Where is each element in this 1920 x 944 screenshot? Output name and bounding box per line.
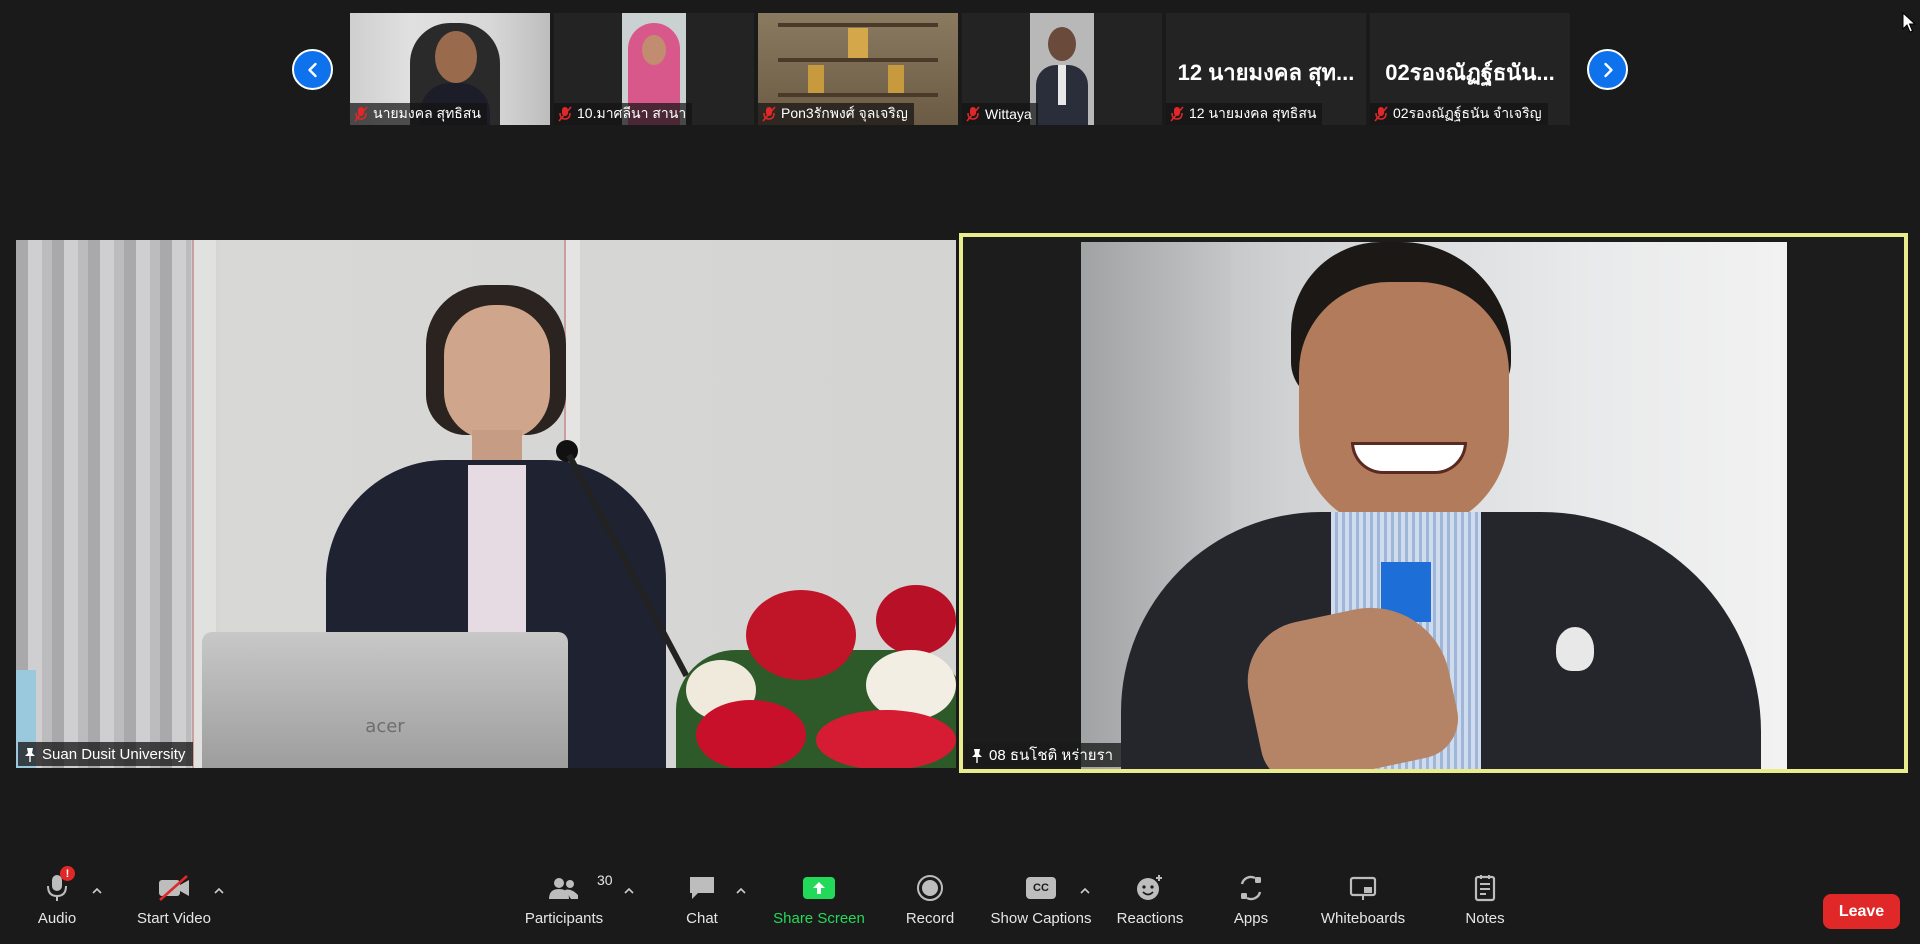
participant-name-bar: 02รองณัฏฐ์ธนัน จำเจริญ bbox=[1370, 103, 1548, 125]
leave-button[interactable]: Leave bbox=[1823, 894, 1900, 929]
participant-name: Wittaya bbox=[985, 106, 1032, 122]
chevron-left-icon bbox=[307, 62, 317, 77]
participant-big-name: 02รองณัฏฐ์ธนัน... bbox=[1385, 60, 1555, 85]
strip-next-button[interactable] bbox=[1587, 49, 1628, 90]
share-screen-label: Share Screen bbox=[773, 910, 865, 927]
participant-name: Pon3รักพงศ์ จุลเจริญ bbox=[781, 105, 908, 121]
whiteboard-icon bbox=[1348, 870, 1378, 906]
participant-name: Suan Dusit University bbox=[42, 745, 186, 763]
captions-icon: CC bbox=[1026, 870, 1056, 906]
video-tile-left[interactable]: acer Suan Dusit University bbox=[16, 240, 956, 768]
notes-button[interactable]: Notes bbox=[1464, 870, 1506, 940]
participant-name: 10.มาศลีนา สานา bbox=[577, 105, 687, 121]
tile-name-label: Suan Dusit University bbox=[18, 742, 194, 766]
participant-video bbox=[1081, 242, 1787, 769]
participant-name: 08 ธนโชติ หร่ายรา bbox=[989, 747, 1114, 764]
video-tile-right-active-speaker[interactable]: 08 ธนโชติ หร่ายรา bbox=[959, 233, 1908, 773]
mic-muted-icon bbox=[354, 106, 368, 122]
participant-video: acer bbox=[16, 240, 956, 768]
mic-muted-icon bbox=[1170, 106, 1184, 122]
participant-name-bar: นายมงคล สุทธิสน bbox=[350, 103, 487, 125]
cc-badge: CC bbox=[1026, 877, 1056, 899]
laptop-logo: acer bbox=[365, 716, 405, 737]
record-icon bbox=[916, 870, 944, 906]
start-video-label: Start Video bbox=[137, 910, 211, 927]
participant-video bbox=[1030, 13, 1094, 125]
whiteboards-label: Whiteboards bbox=[1320, 910, 1406, 927]
participant-name-bar: Pon3รักพงศ์ จุลเจริญ bbox=[758, 103, 914, 125]
captions-options-caret[interactable] bbox=[1078, 884, 1092, 898]
chat-options-caret[interactable] bbox=[734, 884, 748, 898]
participant-big-name: 12 นายมงคล สุท... bbox=[1177, 60, 1355, 85]
participant-thumb[interactable]: Wittaya bbox=[962, 13, 1162, 125]
participant-name: 02รองณัฏฐ์ธนัน จำเจริญ bbox=[1393, 105, 1542, 121]
pin-icon bbox=[972, 748, 982, 763]
mic-muted-icon bbox=[1374, 106, 1388, 122]
audio-options-caret[interactable] bbox=[90, 884, 104, 898]
tile-name-label: 08 ธนโชติ หร่ายรา bbox=[965, 743, 1122, 767]
whiteboards-button[interactable]: Whiteboards bbox=[1318, 870, 1408, 940]
apps-label: Apps bbox=[1233, 910, 1269, 927]
participants-label: Participants bbox=[524, 910, 604, 927]
participant-name-bar: 12 นายมงคล สุทธิสน bbox=[1166, 103, 1323, 125]
chat-label: Chat bbox=[686, 910, 718, 927]
apps-button[interactable]: Apps bbox=[1233, 870, 1269, 940]
pin-icon bbox=[25, 747, 35, 762]
participant-name-bar: 10.มาศลีนา สานา bbox=[554, 103, 693, 125]
participant-thumb[interactable]: 10.มาศลีนา สานา bbox=[554, 13, 754, 125]
participants-count: 30 bbox=[597, 872, 613, 888]
chevron-up-icon bbox=[1080, 887, 1090, 894]
chevron-up-icon bbox=[624, 887, 634, 894]
participant-thumb[interactable]: 12 นายมงคล สุท... 12 นายมงคล สุทธิสน bbox=[1166, 13, 1366, 125]
participant-thumb[interactable]: 02รองณัฏฐ์ธนัน... 02รองณัฏฐ์ธนัน จำเจริญ bbox=[1370, 13, 1570, 125]
meeting-toolbar: ! Audio Start Video 30 Participants Chat bbox=[0, 864, 1920, 944]
chevron-up-icon bbox=[92, 887, 102, 894]
record-button[interactable]: Record bbox=[904, 870, 956, 940]
apps-icon bbox=[1237, 870, 1265, 906]
participants-options-caret[interactable] bbox=[622, 884, 636, 898]
strip-prev-button[interactable] bbox=[292, 49, 333, 90]
participant-name: นายมงคล สุทธิสน bbox=[373, 105, 481, 121]
show-captions-button[interactable]: CC Show Captions bbox=[990, 870, 1092, 940]
record-label: Record bbox=[905, 910, 955, 927]
participant-name-bar: Wittaya bbox=[962, 103, 1038, 125]
reactions-icon bbox=[1135, 870, 1165, 906]
chevron-up-icon bbox=[736, 887, 746, 894]
video-off-icon bbox=[157, 870, 191, 906]
participant-thumb[interactable]: Pon3รักพงศ์ จุลเจริญ bbox=[758, 13, 958, 125]
chevron-up-icon bbox=[214, 887, 224, 894]
audio-button[interactable]: ! Audio bbox=[34, 866, 80, 940]
start-video-button[interactable]: Start Video bbox=[132, 870, 216, 940]
mouse-cursor-icon bbox=[1902, 12, 1916, 33]
chat-icon bbox=[687, 870, 717, 906]
reactions-button[interactable]: Reactions bbox=[1117, 870, 1183, 940]
participant-name: 12 นายมงคล สุทธิสน bbox=[1189, 105, 1317, 121]
audio-label: Audio bbox=[37, 910, 77, 927]
participants-button[interactable]: 30 Participants bbox=[522, 870, 613, 940]
show-captions-label: Show Captions bbox=[990, 910, 1092, 927]
participant-thumb[interactable]: นายมงคล สุทธิสน bbox=[350, 13, 550, 125]
mic-icon: ! bbox=[45, 866, 75, 906]
notes-label: Notes bbox=[1465, 910, 1505, 927]
participants-icon: 30 bbox=[547, 870, 613, 906]
mic-muted-icon bbox=[966, 106, 980, 122]
chat-button[interactable]: Chat bbox=[680, 870, 724, 940]
chevron-right-icon bbox=[1603, 62, 1613, 77]
mic-muted-icon bbox=[558, 106, 572, 122]
mic-muted-icon bbox=[762, 106, 776, 122]
share-screen-button[interactable]: Share Screen bbox=[772, 870, 866, 940]
audio-warning-badge: ! bbox=[60, 866, 75, 881]
share-screen-icon bbox=[803, 870, 835, 906]
notes-icon bbox=[1473, 870, 1497, 906]
reactions-label: Reactions bbox=[1116, 910, 1184, 927]
video-options-caret[interactable] bbox=[212, 884, 226, 898]
